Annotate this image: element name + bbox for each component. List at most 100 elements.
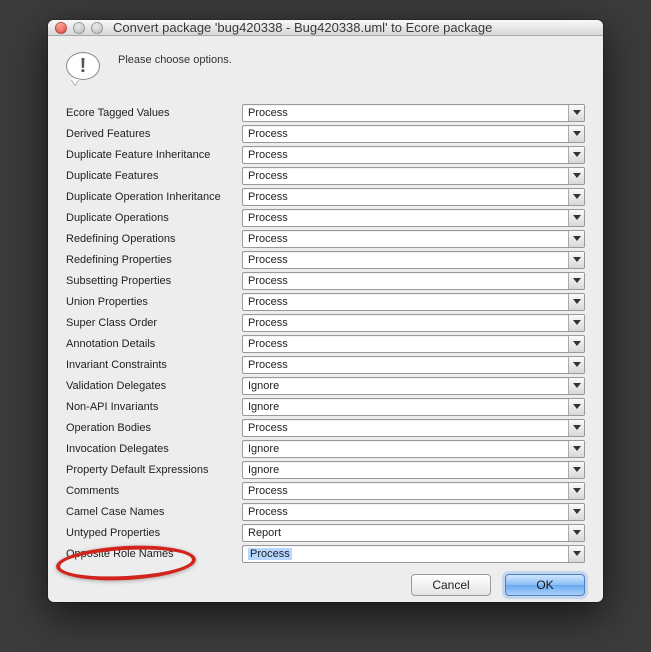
chevron-down-icon[interactable] — [568, 168, 584, 184]
option-label: Duplicate Operations — [66, 212, 242, 224]
option-value: Process — [248, 422, 288, 434]
option-row: Opposite Role Names Process — [66, 543, 585, 564]
chevron-down-icon[interactable] — [568, 147, 584, 163]
option-select[interactable]: Process — [242, 356, 585, 374]
chevron-down-icon[interactable] — [568, 336, 584, 352]
option-value: Process — [248, 149, 288, 161]
alert-icon: ! — [66, 52, 104, 86]
chevron-down-icon[interactable] — [568, 399, 584, 415]
chevron-down-icon[interactable] — [568, 462, 584, 478]
option-row: Duplicate Features Process — [66, 165, 585, 186]
option-value: Ignore — [248, 401, 279, 413]
option-select[interactable]: Process — [242, 167, 585, 185]
chevron-down-icon[interactable] — [568, 357, 584, 373]
option-value: Process — [248, 485, 288, 497]
option-value: Process — [248, 317, 288, 329]
option-row: Duplicate Operations Process — [66, 207, 585, 228]
chevron-down-icon[interactable] — [568, 189, 584, 205]
option-select[interactable]: Process — [242, 125, 585, 143]
option-label: Redefining Properties — [66, 254, 242, 266]
option-label: Property Default Expressions — [66, 464, 242, 476]
option-label: Annotation Details — [66, 338, 242, 350]
option-label: Validation Delegates — [66, 380, 242, 392]
option-value: Process — [248, 191, 288, 203]
chevron-down-icon[interactable] — [568, 441, 584, 457]
option-select[interactable]: Process — [242, 251, 585, 269]
chevron-down-icon[interactable] — [568, 546, 584, 562]
option-value: Process — [248, 128, 288, 140]
chevron-down-icon[interactable] — [568, 231, 584, 247]
chevron-down-icon[interactable] — [568, 252, 584, 268]
option-label: Duplicate Features — [66, 170, 242, 182]
traffic-lights — [55, 22, 103, 34]
option-value: Process — [248, 170, 288, 182]
option-row: Property Default ExpressionsIgnore — [66, 459, 585, 480]
option-select[interactable]: Process — [242, 545, 585, 563]
option-row: Duplicate Operation InheritanceProcess — [66, 186, 585, 207]
option-label: Super Class Order — [66, 317, 242, 329]
option-select[interactable]: Process — [242, 503, 585, 521]
chevron-down-icon[interactable] — [568, 105, 584, 121]
option-select[interactable]: Report — [242, 524, 585, 542]
chevron-down-icon[interactable] — [568, 504, 584, 520]
chevron-down-icon[interactable] — [568, 126, 584, 142]
option-label: Subsetting Properties — [66, 275, 242, 287]
option-value: Process — [248, 212, 288, 224]
option-select[interactable]: Ignore — [242, 398, 585, 416]
option-value: Ignore — [248, 443, 279, 455]
ok-button[interactable]: OK — [505, 574, 585, 596]
option-row: Comments Process — [66, 480, 585, 501]
option-select[interactable]: Process — [242, 188, 585, 206]
prompt-text: Please choose options. — [118, 50, 232, 66]
option-select[interactable]: Process — [242, 104, 585, 122]
option-value: Process — [248, 338, 288, 350]
minimize-icon[interactable] — [73, 22, 85, 34]
chevron-down-icon[interactable] — [568, 294, 584, 310]
options-panel: Ecore Tagged ValuesProcessDerived Featur… — [48, 102, 603, 564]
option-row: Invocation DelegatesIgnore — [66, 438, 585, 459]
option-select[interactable]: Process — [242, 482, 585, 500]
option-row: Redefining Properties Process — [66, 249, 585, 270]
option-select[interactable]: Process — [242, 293, 585, 311]
option-value: Process — [248, 233, 288, 245]
option-label: Redefining Operations — [66, 233, 242, 245]
option-row: Subsetting PropertiesProcess — [66, 270, 585, 291]
option-select[interactable]: Ignore — [242, 377, 585, 395]
chevron-down-icon[interactable] — [568, 378, 584, 394]
option-row: Validation DelegatesIgnore — [66, 375, 585, 396]
option-value: Process — [248, 254, 288, 266]
option-select[interactable]: Process — [242, 419, 585, 437]
option-value: Process — [248, 548, 292, 560]
chevron-down-icon[interactable] — [568, 315, 584, 331]
option-label: Duplicate Feature Inheritance — [66, 149, 242, 161]
option-label: Union Properties — [66, 296, 242, 308]
option-label: Ecore Tagged Values — [66, 107, 242, 119]
cancel-button[interactable]: Cancel — [411, 574, 491, 596]
option-select[interactable]: Ignore — [242, 440, 585, 458]
option-label: Comments — [66, 485, 242, 497]
option-row: Invariant ConstraintsProcess — [66, 354, 585, 375]
option-select[interactable]: Process — [242, 146, 585, 164]
chevron-down-icon[interactable] — [568, 420, 584, 436]
option-select[interactable]: Ignore — [242, 461, 585, 479]
option-label: Opposite Role Names — [66, 548, 242, 560]
chevron-down-icon[interactable] — [568, 273, 584, 289]
chevron-down-icon[interactable] — [568, 525, 584, 541]
option-row: Redefining Operations Process — [66, 228, 585, 249]
chevron-down-icon[interactable] — [568, 483, 584, 499]
option-value: Process — [248, 506, 288, 518]
window-title: Convert package 'bug420338 - Bug420338.u… — [113, 20, 492, 35]
option-row: Derived FeaturesProcess — [66, 123, 585, 144]
chevron-down-icon[interactable] — [568, 210, 584, 226]
option-row: Duplicate Feature Inheritance Process — [66, 144, 585, 165]
option-label: Untyped Properties — [66, 527, 242, 539]
option-select[interactable]: Process — [242, 230, 585, 248]
option-select[interactable]: Process — [242, 314, 585, 332]
option-select[interactable]: Process — [242, 335, 585, 353]
option-select[interactable]: Process — [242, 272, 585, 290]
zoom-icon[interactable] — [91, 22, 103, 34]
option-label: Non-API Invariants — [66, 401, 242, 413]
close-icon[interactable] — [55, 22, 67, 34]
option-select[interactable]: Process — [242, 209, 585, 227]
option-row: Union PropertiesProcess — [66, 291, 585, 312]
